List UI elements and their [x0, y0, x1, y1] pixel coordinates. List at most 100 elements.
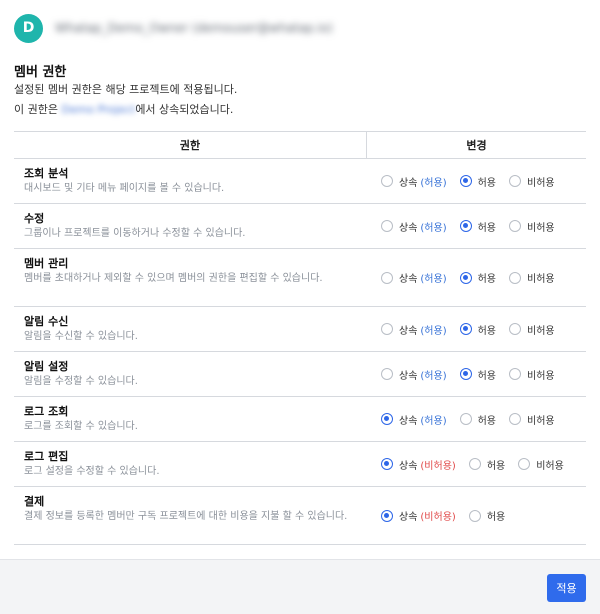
account-name: Whatap_Demo_Owner (demouser@whatap.io)	[55, 21, 333, 35]
radio-inherit[interactable]	[381, 323, 393, 335]
permission-description: 멤버를 초대하거나 제외할 수 있으며 멤버의 권한을 편집할 수 있습니다.	[24, 273, 323, 284]
radio-deny[interactable]	[509, 413, 522, 425]
inherit-suffix: 에서 상속되었습니다.	[135, 103, 234, 116]
option-allow[interactable]: 허용	[459, 367, 497, 382]
deny-label: 비허용	[527, 177, 555, 189]
deny-label: 비허용	[527, 222, 555, 234]
inherit-label: 상속	[399, 222, 418, 234]
permission-name: 조회 분석	[24, 167, 69, 180]
option-allow[interactable]: 허용	[468, 508, 505, 523]
inherit-label: 상속	[399, 460, 418, 472]
option-allow[interactable]: 허용	[459, 219, 496, 234]
radio-deny[interactable]	[509, 368, 522, 380]
permission-name: 알림 수신	[24, 315, 69, 328]
radio-inherit[interactable]	[381, 368, 393, 380]
inherit-label: 상속	[399, 177, 418, 189]
header-permission: 권한	[14, 132, 367, 158]
allow-label: 허용	[477, 325, 497, 337]
option-deny[interactable]: 비허용	[509, 270, 555, 285]
permission-description: 로그를 조회할 수 있습니다.	[24, 421, 138, 432]
page-title: 멤버 권한	[14, 65, 67, 80]
permission-description: 알림을 수정할 수 있습니다.	[24, 376, 138, 387]
inherit-hint: (허용)	[420, 370, 447, 382]
table-row: 수정 그룹이나 프로젝트를 이동하거나 수정할 수 있습니다. 상속 (허용) 허…	[14, 204, 586, 249]
inherit-hint: (허용)	[420, 222, 447, 234]
permission-options: 상속 (허용) 허용 비허용	[367, 204, 586, 248]
radio-inherit[interactable]	[381, 271, 393, 284]
option-inherit[interactable]: 상속 (허용)	[381, 412, 447, 427]
inherit-hint: (비허용)	[420, 460, 456, 472]
permission-name: 수정	[24, 212, 45, 225]
inherit-hint: (비허용)	[420, 512, 456, 523]
table-header: 권한 변경	[14, 131, 586, 159]
option-allow[interactable]: 허용	[468, 457, 505, 472]
option-deny[interactable]: 비허용	[518, 457, 564, 472]
radio-inherit[interactable]	[381, 509, 393, 522]
radio-inherit[interactable]	[381, 458, 393, 470]
permission-options: 상속 (허용) 허용 비허용	[367, 397, 586, 441]
allow-label: 허용	[477, 415, 497, 427]
option-inherit[interactable]: 상속 (허용)	[381, 219, 447, 234]
allow-label: 허용	[477, 370, 497, 382]
permission-name: 결제	[24, 495, 45, 508]
table-row: 로그 편집 로그 설정을 수정할 수 있습니다. 상속 (비허용) 허용 비허용	[14, 442, 586, 487]
permission-options: 상속 (허용) 허용 비허용	[367, 307, 586, 351]
option-deny[interactable]: 비허용	[509, 174, 555, 189]
inherit-label: 상속	[399, 512, 418, 523]
radio-deny[interactable]	[509, 220, 522, 232]
radio-allow[interactable]	[459, 413, 472, 425]
permission-options: 상속 (허용) 허용 비허용	[367, 159, 586, 203]
radio-allow[interactable]	[468, 458, 481, 470]
radio-allow[interactable]	[459, 323, 472, 335]
radio-deny[interactable]	[518, 458, 531, 470]
radio-inherit[interactable]	[381, 413, 393, 425]
radio-inherit[interactable]	[381, 175, 393, 187]
permission-options: 상속 (비허용) 허용	[367, 487, 586, 544]
option-deny[interactable]: 비허용	[509, 367, 555, 382]
permission-description: 로그 설정을 수정할 수 있습니다.	[24, 466, 160, 477]
permission-options: 상속 (허용) 허용 비허용	[367, 352, 586, 396]
option-inherit[interactable]: 상속 (허용)	[381, 270, 447, 285]
option-inherit[interactable]: 상속 (허용)	[381, 322, 447, 337]
radio-allow[interactable]	[459, 220, 472, 232]
option-inherit[interactable]: 상속 (비허용)	[381, 457, 456, 472]
radio-inherit[interactable]	[381, 220, 393, 232]
radio-deny[interactable]	[509, 271, 522, 284]
option-deny[interactable]: 비허용	[509, 219, 555, 234]
inherit-hint: (허용)	[420, 177, 447, 189]
table-row: 결제 결제 정보를 등록한 멤버만 구독 프로젝트에 대한 비용을 지불 할 수…	[14, 487, 586, 545]
option-deny[interactable]: 비허용	[509, 322, 555, 337]
option-allow[interactable]: 허용	[459, 322, 497, 337]
radio-allow[interactable]	[468, 509, 481, 522]
option-inherit[interactable]: 상속 (허용)	[381, 174, 447, 189]
radio-allow[interactable]	[459, 175, 472, 187]
radio-deny[interactable]	[509, 175, 522, 187]
inherit-label: 상속	[399, 325, 418, 337]
option-allow[interactable]: 허용	[459, 174, 496, 189]
deny-label: 비허용	[527, 325, 555, 337]
radio-allow[interactable]	[459, 368, 472, 380]
table-row: 로그 조회 로그를 조회할 수 있습니다. 상속 (허용) 허용 비허용	[14, 397, 586, 442]
permission-description: 대시보드 및 기타 메뉴 페이지를 볼 수 있습니다.	[24, 183, 225, 194]
inherit-hint: (허용)	[420, 415, 447, 427]
inherit-project-link[interactable]: Demo Project	[61, 103, 135, 116]
deny-label: 비허용	[527, 370, 555, 382]
option-inherit[interactable]: 상속 (비허용)	[381, 508, 456, 523]
option-deny[interactable]: 비허용	[509, 412, 555, 427]
option-allow[interactable]: 허용	[459, 412, 497, 427]
deny-label: 비허용	[527, 274, 555, 285]
radio-allow[interactable]	[459, 271, 472, 284]
section-description: 설정된 멤버 권한은 해당 프로젝트에 적용됩니다.	[14, 83, 238, 96]
inherit-label: 상속	[399, 274, 418, 285]
permission-name: 로그 편집	[24, 450, 69, 463]
radio-deny[interactable]	[509, 323, 522, 335]
permission-description: 알림을 수신할 수 있습니다.	[24, 331, 138, 342]
option-allow[interactable]: 허용	[459, 270, 496, 285]
table-row: 알림 수신 알림을 수신할 수 있습니다. 상속 (허용) 허용 비허용	[14, 307, 586, 352]
avatar: D	[14, 13, 43, 43]
table-row: 멤버 관리 멤버를 초대하거나 제외할 수 있으며 멤버의 권한을 편집할 수 …	[14, 249, 586, 307]
option-inherit[interactable]: 상속 (허용)	[381, 367, 447, 382]
apply-button[interactable]: 적용	[547, 574, 586, 602]
permission-description: 결제 정보를 등록한 멤버만 구독 프로젝트에 대한 비용을 지불 할 수 있습…	[24, 511, 348, 522]
inherit-hint: (허용)	[420, 274, 447, 285]
